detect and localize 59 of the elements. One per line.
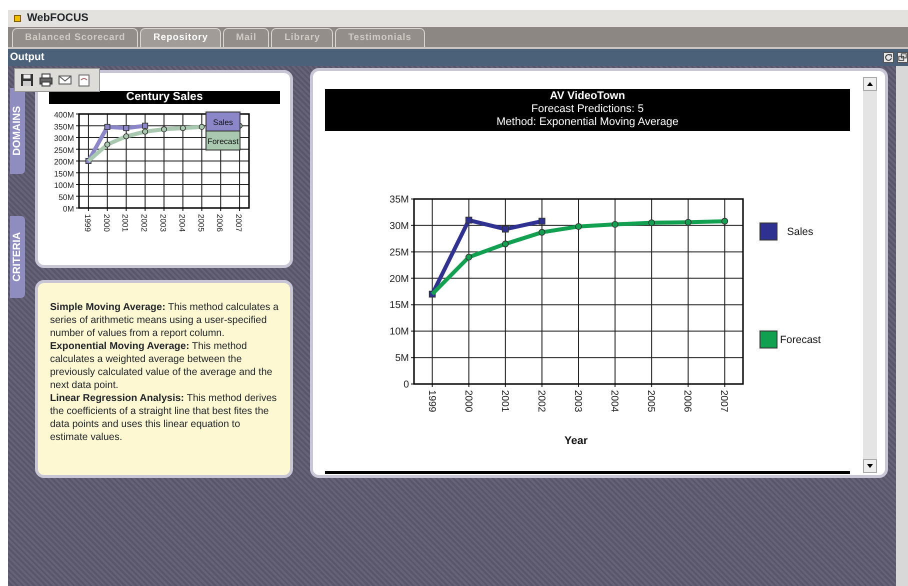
x-axis-label: 2006 xyxy=(682,390,693,412)
series-label: Forecast xyxy=(207,137,240,146)
x-axis-label: 2005 xyxy=(196,214,206,232)
x-axis-label: 1999 xyxy=(82,214,92,232)
tab[interactable]: Library xyxy=(271,28,334,47)
y-axis-label: 200M xyxy=(54,158,74,166)
y-axis-label: 25M xyxy=(390,247,409,258)
x-axis-label: 2000 xyxy=(462,390,474,412)
legend-label: Forecast xyxy=(780,334,821,346)
method-description: Linear Regression Analysis: This method derives the coefficients of a straight line that best fites the data points and uses this linear equation to estimate values. xyxy=(50,392,278,444)
x-axis-label: 2000 xyxy=(102,214,111,232)
y-axis-label: 400M xyxy=(54,110,74,120)
x-axis-label: 2007 xyxy=(718,390,730,412)
y-axis-label: 0M xyxy=(62,204,74,214)
x-axis-label: 2007 xyxy=(234,214,244,232)
x-axis-label: 2003 xyxy=(158,214,168,232)
output-title: Output xyxy=(10,50,46,65)
side-tab[interactable]: DOMAINS xyxy=(10,88,25,174)
x-axis-label: 2004 xyxy=(177,214,186,232)
y-axis-label: 20M xyxy=(390,274,409,285)
legend-item: Forecast xyxy=(206,130,240,150)
tab[interactable]: Balanced Scorecard xyxy=(12,28,138,47)
chart-subtitle: Method: Exponential Moving Average xyxy=(495,116,680,129)
method-description: Simple Moving Average: This method calculates a series of arithmetic means using a user-specified number of values from a report column. xyxy=(50,301,280,340)
x-axis-label: 2005 xyxy=(645,390,656,412)
y-axis-label: 15M xyxy=(390,300,409,312)
chart-subtitle: Forecast Predictions: 5 xyxy=(530,103,645,116)
y-axis-label: 0 xyxy=(403,380,409,390)
chart-title: AV VideoTown xyxy=(548,90,626,103)
chart-title: Century Sales xyxy=(49,91,280,104)
legend-item: Forecast xyxy=(760,330,821,348)
x-axis-label: 2004 xyxy=(608,390,620,412)
y-axis-label: 10M xyxy=(390,326,409,338)
x-axis-label: 2002 xyxy=(140,214,149,232)
x-axis-label: 2003 xyxy=(572,390,583,412)
legend-item: Sales xyxy=(206,112,240,132)
method-description: Exponential Moving Average: This method calculates a weighted average between the previously calculated value of the average and the next data point. xyxy=(50,340,274,392)
tab[interactable]: Testimonials xyxy=(335,28,425,47)
y-axis-label: 250M xyxy=(54,146,74,155)
x-axis-title: Year xyxy=(564,435,588,447)
x-axis-label: 2001 xyxy=(498,390,510,412)
y-axis-label: 30M xyxy=(390,220,409,232)
y-axis-label: 350M xyxy=(54,122,74,132)
x-axis-label: 2001 xyxy=(120,214,130,232)
y-axis-label: 300M xyxy=(54,134,74,143)
y-axis-label: 5M xyxy=(395,353,409,364)
side-tab[interactable]: CRITERIA xyxy=(10,216,25,298)
window-title: WebFOCUS xyxy=(27,11,89,26)
y-axis-label: 100M xyxy=(54,181,74,190)
tab[interactable]: Mail xyxy=(222,28,270,47)
y-axis-label: 50M xyxy=(58,192,74,202)
tab[interactable]: Repository xyxy=(140,28,221,47)
x-axis-label: 1999 xyxy=(426,390,437,412)
legend-label: Sales xyxy=(787,226,814,238)
x-axis-label: 2002 xyxy=(535,390,546,412)
y-axis-label: 35M xyxy=(390,194,409,206)
y-axis-label: 150M xyxy=(54,169,74,178)
x-axis-label: 2006 xyxy=(215,214,224,232)
legend-item: Sales xyxy=(760,222,814,240)
